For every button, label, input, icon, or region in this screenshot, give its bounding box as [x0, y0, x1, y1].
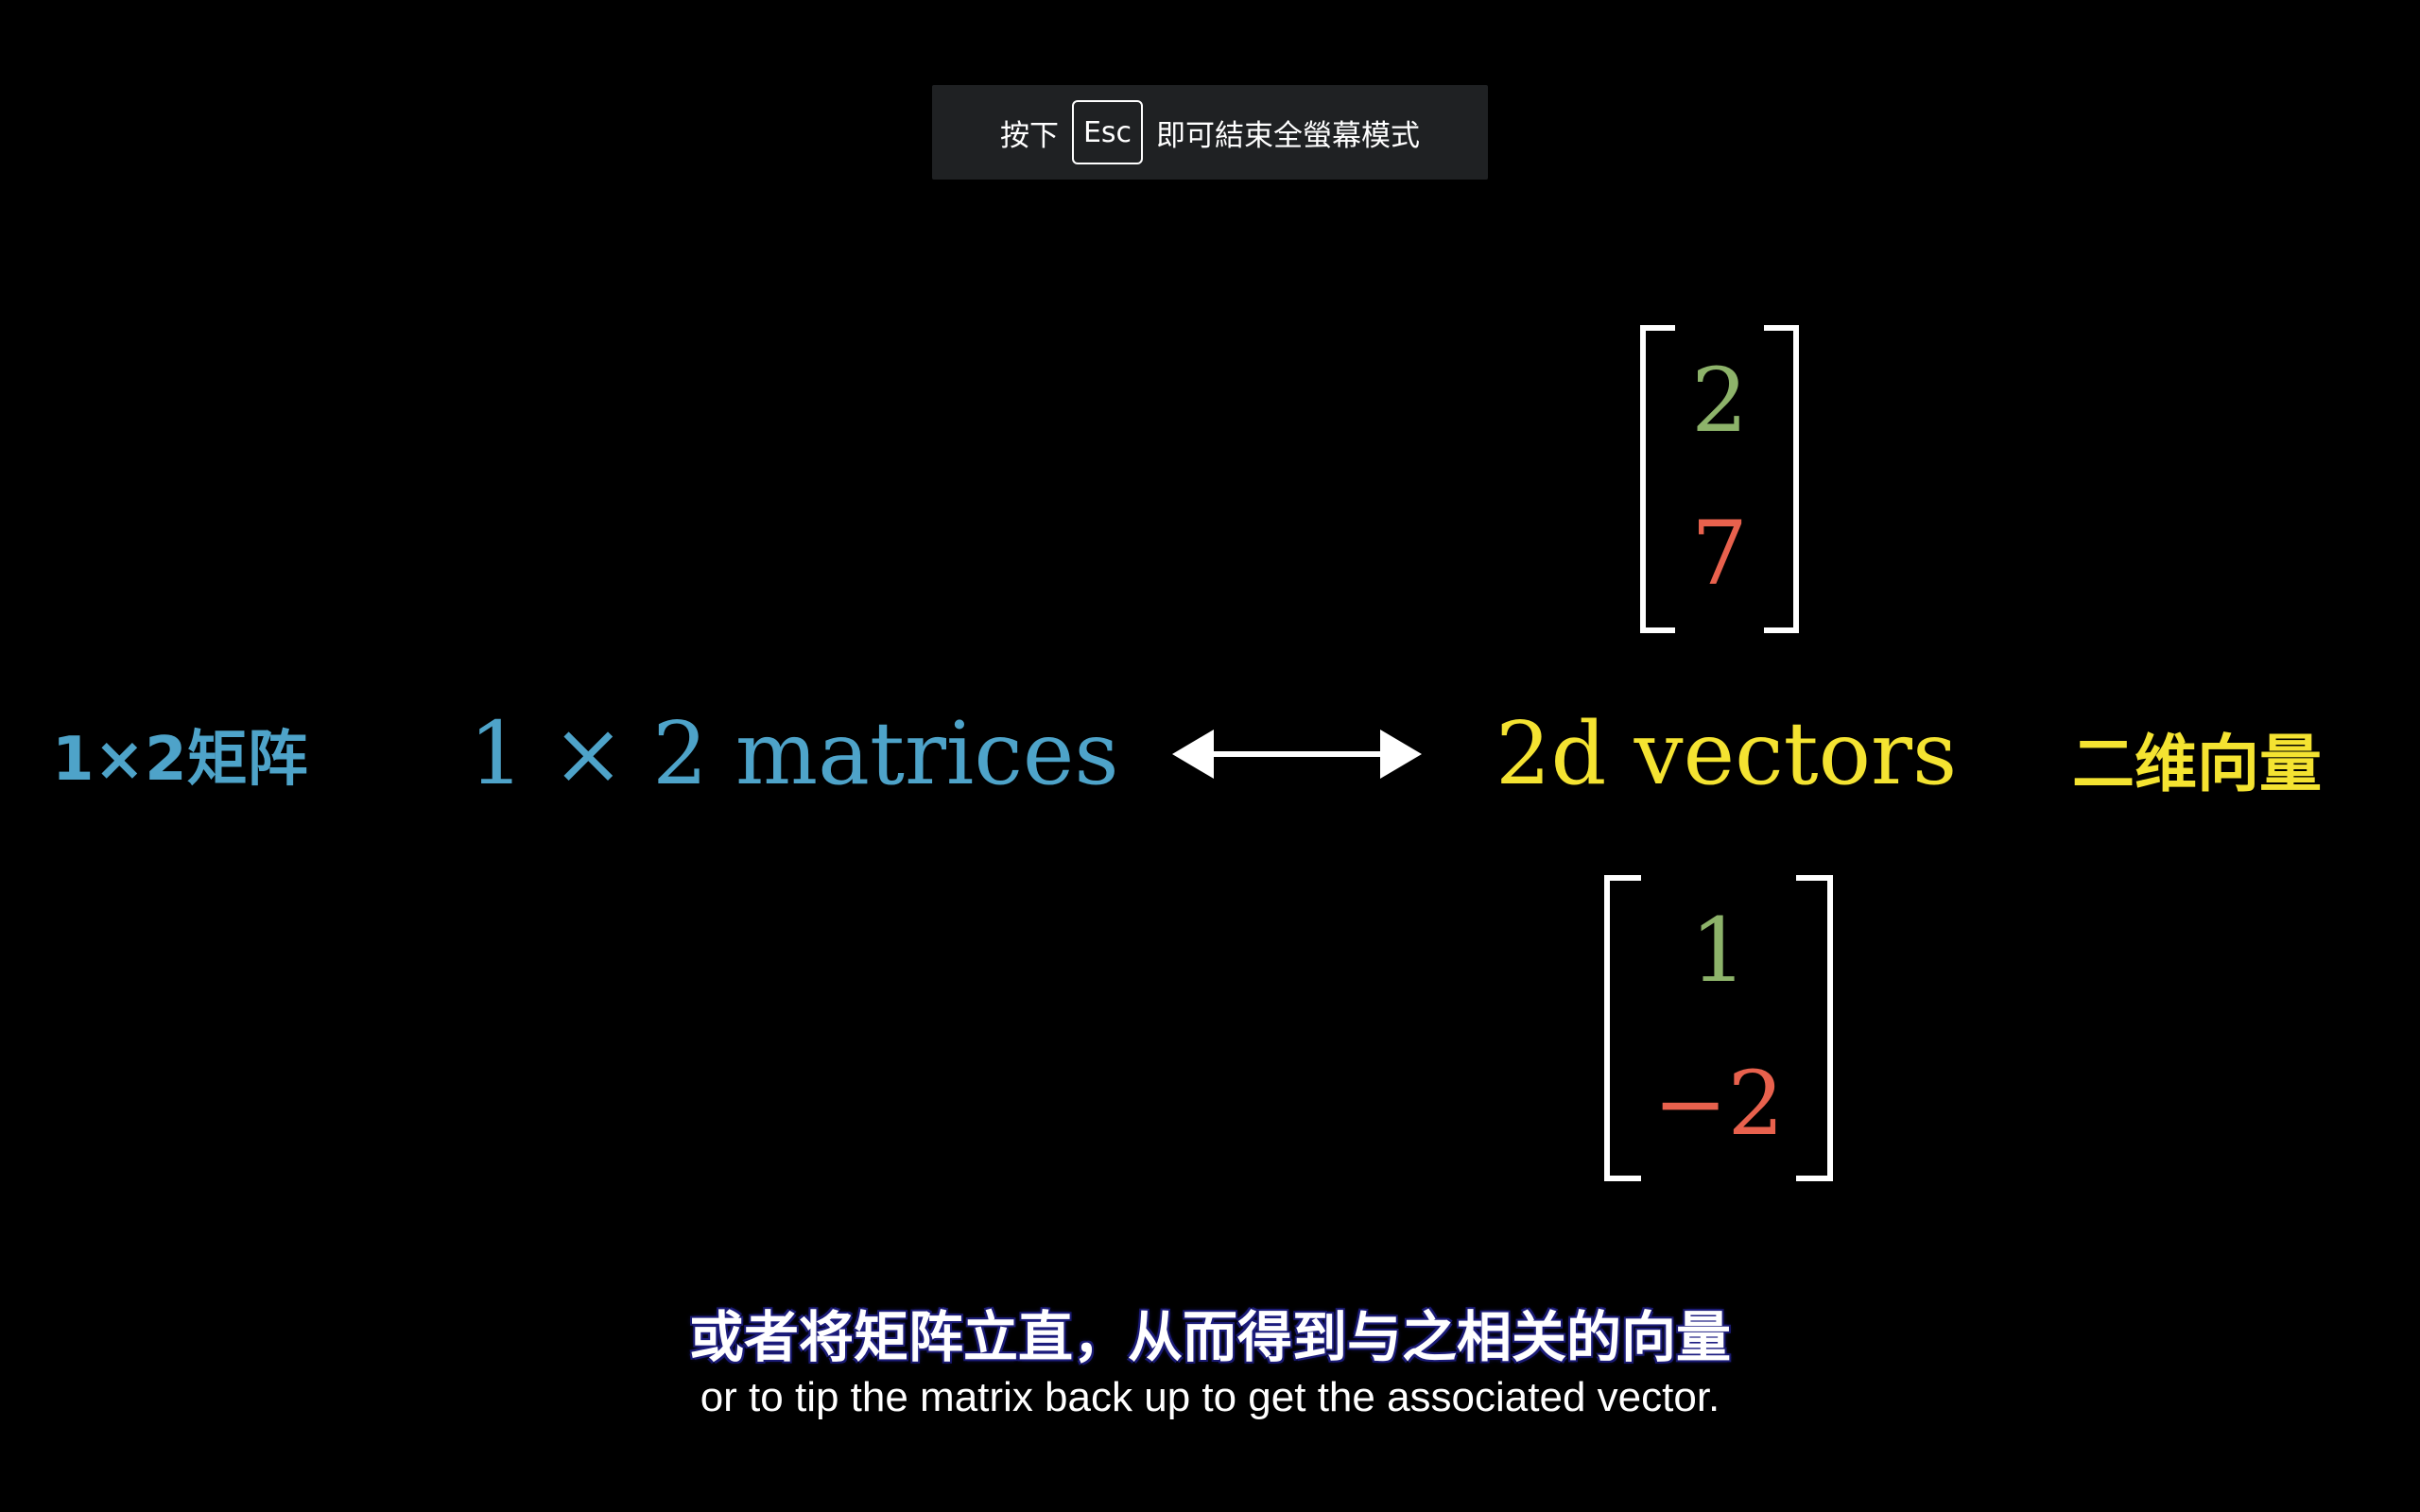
fullscreen-notice-prefix: 按下 — [999, 118, 1059, 153]
esc-key-badge: Esc — [1071, 100, 1144, 164]
double-arrow-icon — [1172, 730, 1422, 779]
matrices-label: 1 × 2 matrices — [469, 703, 1119, 804]
bottom-vector-left-bracket — [1604, 875, 1641, 1181]
vectors-label: 2d vectors — [1495, 703, 1958, 804]
top-vector-left-bracket — [1640, 325, 1675, 633]
vector-label-chinese: 二维向量 — [2072, 728, 2322, 800]
bottom-vector-entry-x: 1 — [1690, 900, 1747, 1003]
fullscreen-notice-suffix: 即可結束全螢幕模式 — [1156, 118, 1421, 153]
bottom-vector-right-bracket — [1796, 875, 1833, 1181]
subtitle-chinese: 或者将矩阵立直，从而得到与之相关的向量 — [688, 1305, 1731, 1369]
video-frame[interactable]: 按下 Esc 即可結束全螢幕模式 1×2矩阵 1 × 2 matrices 2d… — [0, 0, 2420, 1512]
top-vector-entry-y: 7 — [1691, 503, 1748, 606]
bottom-vector-entry-y: −2 — [1652, 1053, 1785, 1156]
top-vector-entry-x: 2 — [1691, 350, 1748, 453]
top-vector-right-bracket — [1764, 325, 1799, 633]
fullscreen-notice: 按下 Esc 即可結束全螢幕模式 — [932, 85, 1488, 180]
subtitle-english: or to tip the matrix back up to get the … — [700, 1374, 1720, 1420]
matrix-label-chinese: 1×2矩阵 — [52, 725, 308, 795]
